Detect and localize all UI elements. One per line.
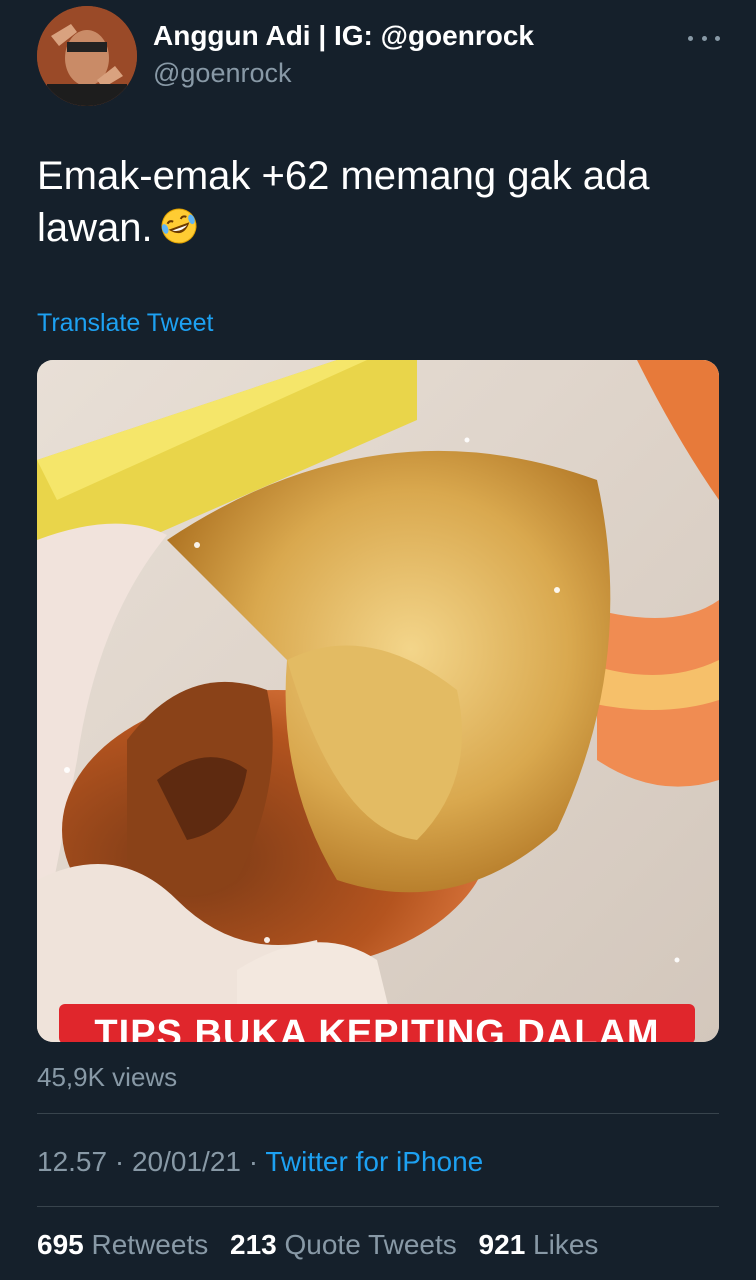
tweet-source-link[interactable]: Twitter for iPhone xyxy=(265,1146,483,1177)
tweet-time: 12.57 xyxy=(37,1146,108,1177)
divider-top xyxy=(37,1113,719,1114)
quote-tweets-label: Quote Tweets xyxy=(284,1229,457,1260)
divider-bottom xyxy=(37,1206,719,1207)
video-caption-banner: TIPS BUKA KEPITING DALAM xyxy=(94,1013,660,1042)
rolling-on-floor-laughing-emoji-icon xyxy=(159,206,199,259)
tweet-media-video[interactable]: TIPS BUKA KEPITING DALAM xyxy=(37,360,719,1042)
video-frame-crab-image xyxy=(37,360,719,1042)
translate-tweet-link[interactable]: Translate Tweet xyxy=(37,309,213,338)
tweet-text-content: Emak-emak +62 memang gak ada lawan. xyxy=(37,154,650,250)
meta-separator: · xyxy=(114,1146,125,1177)
avatar[interactable] xyxy=(37,6,137,106)
likes-count: 921 xyxy=(478,1229,526,1260)
retweets-stat[interactable]: 695 Retweets xyxy=(37,1229,208,1260)
avatar-photo xyxy=(37,6,137,106)
author-handle[interactable]: @goenrock xyxy=(153,58,291,89)
retweets-label: Retweets xyxy=(91,1229,209,1260)
tweet-metadata: 12.57 · 20/01/21 · Twitter for iPhone xyxy=(37,1146,483,1178)
author-display-name[interactable]: Anggun Adi | IG: @goenrock xyxy=(153,20,534,52)
view-count: 45,9K views xyxy=(37,1062,178,1092)
tweet-date: 20/01/21 xyxy=(131,1146,241,1177)
retweets-count: 695 xyxy=(37,1229,84,1260)
more-options-icon[interactable] xyxy=(688,24,720,52)
meta-separator: · xyxy=(248,1146,259,1177)
quote-tweets-stat[interactable]: 213 Quote Tweets xyxy=(230,1229,457,1260)
engagement-stats: 695 Retweets 213 Quote Tweets 921 Likes xyxy=(37,1229,612,1261)
likes-label: Likes xyxy=(533,1229,599,1260)
tweet-text: Emak-emak +62 memang gak ada lawan. xyxy=(37,150,717,259)
likes-stat[interactable]: 921 Likes xyxy=(479,1229,599,1260)
quote-tweets-count: 213 xyxy=(230,1229,277,1260)
